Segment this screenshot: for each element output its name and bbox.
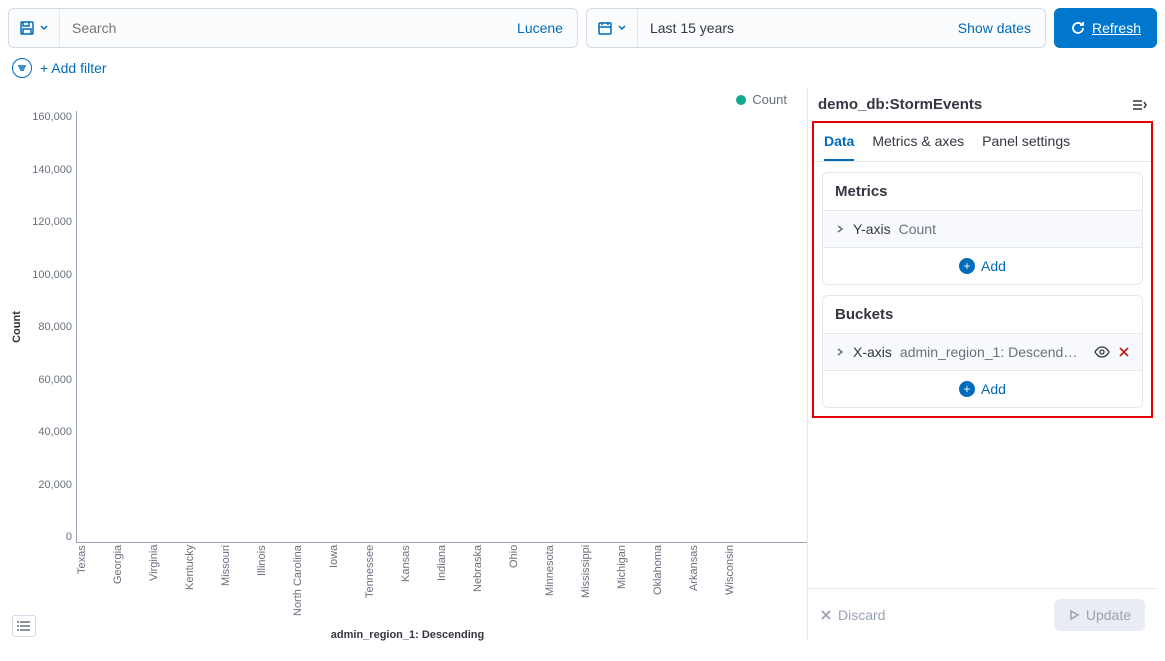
time-picker[interactable]: Last 15 years Show dates	[586, 8, 1046, 48]
legend-toggle-button[interactable]	[12, 615, 36, 637]
y-axis-ticks: 160,000140,000120,000100,00080,00060,000…	[26, 111, 76, 543]
discard-button[interactable]: Discard	[820, 607, 885, 623]
plus-circle-icon: +	[959, 381, 975, 397]
tab-metrics-axes[interactable]: Metrics & axes	[872, 123, 964, 161]
calendar-icon[interactable]	[587, 9, 638, 47]
metrics-title: Metrics	[823, 173, 1142, 210]
refresh-button[interactable]: Refresh	[1054, 8, 1157, 48]
filter-settings-icon[interactable]	[12, 58, 32, 78]
save-dropdown-icon[interactable]	[9, 9, 60, 47]
buckets-title: Buckets	[823, 296, 1142, 333]
metric-item-yaxis[interactable]: Y-axis Count	[823, 210, 1142, 247]
chart-legend: Count	[8, 88, 807, 111]
show-dates-link[interactable]: Show dates	[944, 20, 1045, 36]
close-icon	[820, 609, 832, 621]
search-group[interactable]: Lucene	[8, 8, 578, 48]
add-metric-button[interactable]: + Add	[823, 247, 1142, 284]
eye-icon[interactable]	[1094, 346, 1110, 358]
add-filter-link[interactable]: + Add filter	[40, 60, 107, 76]
close-icon[interactable]	[1118, 346, 1130, 358]
tab-panel-settings[interactable]: Panel settings	[982, 123, 1070, 161]
data-config-highlight: Data Metrics & axes Panel settings Metri…	[812, 121, 1153, 418]
legend-dot-icon	[736, 95, 746, 105]
time-range-text[interactable]: Last 15 years	[638, 20, 944, 36]
y-axis-label: Count	[11, 311, 23, 343]
refresh-icon	[1070, 20, 1086, 36]
query-language-toggle[interactable]: Lucene	[503, 20, 577, 36]
side-panel: demo_db:StormEvents Data Metrics & axes …	[807, 88, 1157, 641]
legend-label: Count	[752, 92, 787, 107]
metrics-block: Metrics Y-axis Count + Add	[822, 172, 1143, 285]
collapse-icon[interactable]	[1131, 98, 1147, 112]
play-icon	[1068, 609, 1080, 621]
chart-area: Count Count 160,000140,000120,000100,000…	[8, 88, 807, 641]
metric-item-label: Y-axis	[853, 221, 891, 237]
add-bucket-button[interactable]: + Add	[823, 370, 1142, 407]
bucket-item-xaxis[interactable]: X-axis admin_region_1: Descend…	[823, 333, 1142, 370]
x-axis-ticks: TexasGeorgiaVirginiaKentuckyMissouriIlli…	[8, 543, 807, 625]
search-input[interactable]	[60, 20, 503, 36]
update-button[interactable]: Update	[1054, 599, 1145, 631]
bucket-item-value: admin_region_1: Descend…	[900, 344, 1077, 360]
chevron-right-icon	[835, 224, 845, 234]
plot-area	[76, 111, 807, 543]
buckets-block: Buckets X-axis admin_region_1: Descend… …	[822, 295, 1143, 408]
chevron-right-icon	[835, 347, 845, 357]
bucket-item-label: X-axis	[853, 344, 892, 360]
panel-title: demo_db:StormEvents	[818, 96, 982, 113]
plus-circle-icon: +	[959, 258, 975, 274]
x-axis-label: admin_region_1: Descending	[8, 625, 807, 641]
tab-data[interactable]: Data	[824, 123, 854, 161]
metric-item-value: Count	[899, 221, 936, 237]
